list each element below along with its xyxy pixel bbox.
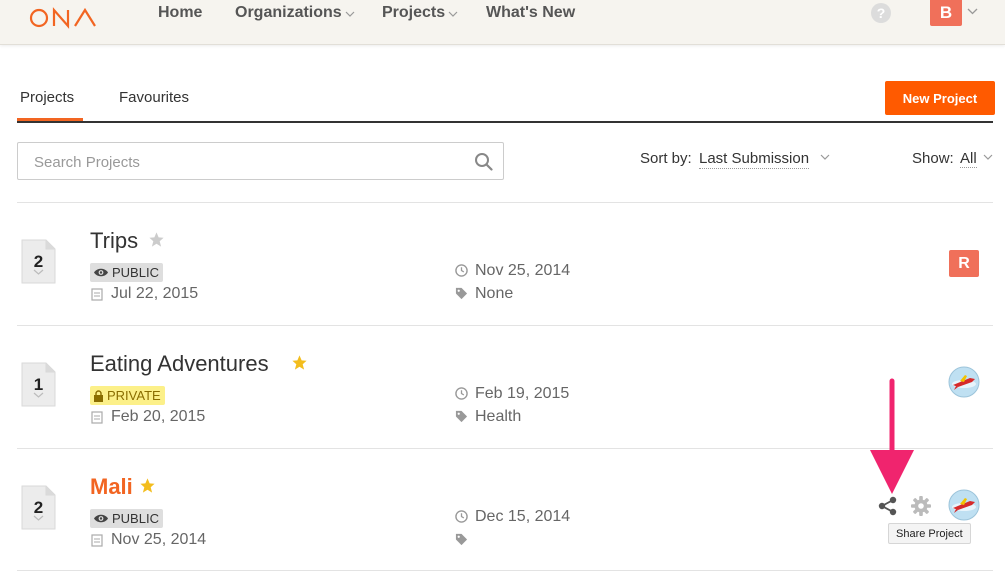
created-date-icon <box>91 288 103 301</box>
lock-icon <box>94 389 103 402</box>
form-count: 1 <box>33 375 44 394</box>
chevron-down-icon[interactable] <box>983 154 993 160</box>
tag-icon <box>455 533 468 546</box>
search-icon[interactable] <box>474 152 493 171</box>
tag-icon <box>455 410 468 423</box>
tab-favourites[interactable]: Favourites <box>119 89 189 106</box>
chevron-down-icon[interactable] <box>820 154 830 160</box>
list-divider <box>17 202 993 203</box>
nav-home-label: Home <box>158 4 203 21</box>
tab-divider <box>17 121 993 123</box>
ona-logo[interactable] <box>29 6 99 30</box>
nav-projects-label: Projects <box>382 4 446 21</box>
last-submission-date: Nov 25, 2014 <box>475 262 571 279</box>
question-circle-icon[interactable]: ? <box>870 2 892 24</box>
clock-icon <box>455 387 468 400</box>
clock-icon <box>455 264 468 277</box>
project-title[interactable]: Eating Adventures <box>90 351 269 377</box>
tag-icon <box>455 287 468 300</box>
list-divider <box>17 570 993 571</box>
show-label: Show: <box>912 150 954 167</box>
created-date: Feb 20, 2015 <box>111 408 206 425</box>
sort-label: Sort by: <box>640 150 692 167</box>
sort-dropdown[interactable]: Last Submission <box>699 150 810 169</box>
share-project-tooltip: Share Project <box>888 523 971 544</box>
star-filled-icon[interactable] <box>139 477 156 494</box>
created-date: Nov 25, 2014 <box>111 531 207 548</box>
chevron-down-icon[interactable] <box>967 8 978 15</box>
created-date: Jul 22, 2015 <box>111 285 199 302</box>
search-input[interactable] <box>18 143 476 181</box>
created-date-icon <box>91 534 103 547</box>
star-outline-icon[interactable] <box>148 231 165 248</box>
owner-avatar[interactable]: R <box>949 250 979 277</box>
last-submission-date: Feb 19, 2015 <box>475 385 570 402</box>
list-divider <box>17 325 993 326</box>
tags: Health <box>475 408 522 425</box>
user-initial: B <box>939 3 953 22</box>
created-date-icon <box>91 411 103 424</box>
gear-icon[interactable] <box>910 495 932 517</box>
svg-text:?: ? <box>877 5 886 21</box>
nav-home[interactable]: Home <box>158 4 202 22</box>
list-divider <box>17 448 993 449</box>
visibility-badge: PUBLIC <box>90 263 163 282</box>
owner-avatar-plane[interactable] <box>948 489 980 521</box>
new-project-button[interactable]: New Project <box>885 81 995 115</box>
visibility-badge: PUBLIC <box>90 509 163 528</box>
tags: None <box>475 285 514 302</box>
nav-organizations[interactable]: Organizations <box>235 4 355 22</box>
form-count: 2 <box>33 252 44 271</box>
project-title[interactable]: Trips <box>90 228 138 254</box>
visibility-label: PRIVATE <box>107 388 161 403</box>
chevron-down-icon <box>345 11 355 17</box>
nav-whats-new-label: What's New <box>486 4 576 21</box>
visibility-label: PUBLIC <box>112 511 159 526</box>
show-dropdown[interactable]: All <box>960 150 977 168</box>
nav-organizations-label: Organizations <box>235 4 342 21</box>
owner-initial: R <box>958 254 970 272</box>
eye-icon <box>94 514 108 523</box>
visibility-badge: PRIVATE <box>90 386 165 405</box>
user-avatar[interactable]: B <box>930 0 962 26</box>
share-icon[interactable] <box>877 495 899 517</box>
clock-icon <box>455 510 468 523</box>
annotation-arrow <box>870 378 914 494</box>
form-count: 2 <box>33 498 44 517</box>
eye-icon <box>94 268 108 277</box>
owner-avatar-plane[interactable] <box>948 366 980 398</box>
tab-projects[interactable]: Projects <box>20 89 74 106</box>
visibility-label: PUBLIC <box>112 265 159 280</box>
chevron-down-icon <box>448 11 458 17</box>
top-navbar: Home Organizations Projects What's New ?… <box>0 0 1005 45</box>
nav-projects[interactable]: Projects <box>382 4 458 22</box>
project-title[interactable]: Mali <box>90 474 133 500</box>
search-box <box>17 142 504 181</box>
nav-whats-new[interactable]: What's New <box>486 4 575 22</box>
last-submission-date: Dec 15, 2014 <box>475 508 571 525</box>
star-filled-icon[interactable] <box>291 354 308 371</box>
